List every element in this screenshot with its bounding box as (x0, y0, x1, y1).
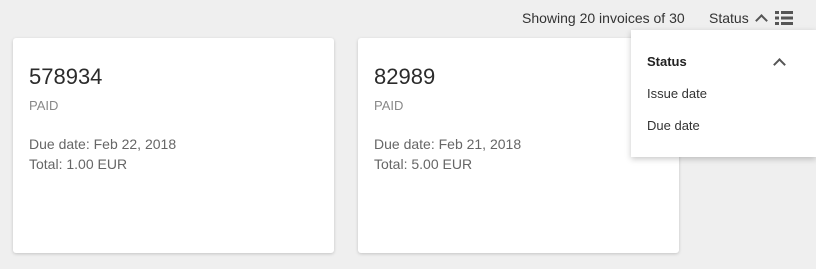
sort-option-due-date[interactable]: Due date (647, 118, 700, 133)
sort-label: Status (709, 10, 749, 26)
sort-option-status[interactable]: Status (647, 54, 687, 69)
invoice-status: PAID (374, 98, 404, 113)
invoice-total: Total: 1.00 EUR (29, 156, 128, 172)
list-view-icon[interactable] (775, 11, 793, 25)
sort-dropdown-menu: Status Issue date Due date (631, 30, 816, 157)
sort-toggle[interactable]: Status (709, 10, 768, 27)
invoice-card[interactable]: 578934 PAID Due date: Feb 22, 2018 Total… (13, 38, 334, 253)
sort-option-issue-date[interactable]: Issue date (647, 86, 707, 101)
chevron-up-icon[interactable] (773, 58, 786, 71)
chevron-up-icon (754, 13, 768, 27)
invoice-status: PAID (29, 98, 59, 113)
invoice-count: Showing 20 invoices of 30 (522, 10, 685, 26)
invoice-number: 578934 (29, 64, 103, 89)
invoice-due-date: Due date: Feb 21, 2018 (374, 136, 522, 152)
invoice-total: Total: 5.00 EUR (374, 156, 473, 172)
invoice-due-date: Due date: Feb 22, 2018 (29, 136, 177, 152)
invoice-number: 82989 (374, 64, 436, 89)
